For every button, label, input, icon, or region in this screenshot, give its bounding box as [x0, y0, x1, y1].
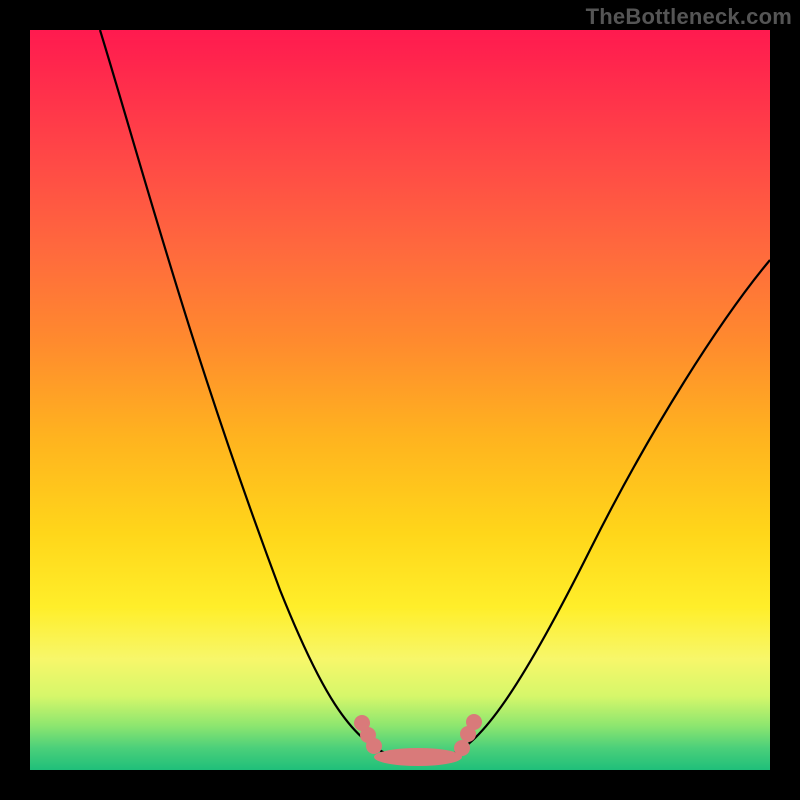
watermark-text: TheBottleneck.com [586, 4, 792, 30]
bottleneck-curve-svg [30, 30, 770, 770]
plot-area [30, 30, 770, 770]
chart-frame: TheBottleneck.com [0, 0, 800, 800]
bottleneck-curve [100, 30, 770, 755]
optimal-markers [354, 714, 482, 766]
